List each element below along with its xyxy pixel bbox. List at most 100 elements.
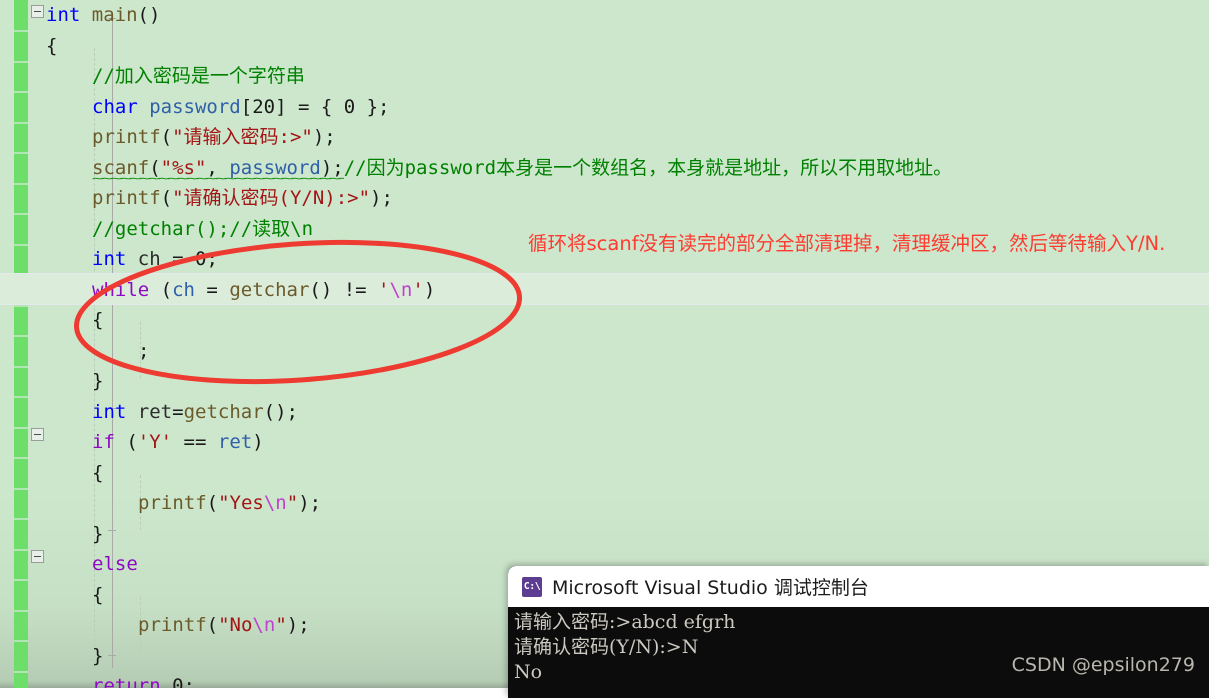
code-line[interactable]: } <box>92 641 103 671</box>
code-line[interactable]: { <box>92 580 103 610</box>
code-token: 'Y' <box>137 431 173 453</box>
changebar-divider <box>14 579 28 581</box>
code-token: int <box>92 400 127 423</box>
code-token: ); <box>298 492 322 514</box>
code-line[interactable]: char password[20] = { 0 }; <box>92 92 390 122</box>
code-token: password <box>149 95 241 118</box>
code-token: 0 <box>172 675 184 688</box>
changebar-divider <box>14 30 28 32</box>
code-line[interactable]: scanf("%s", password);//因为password本身是一个数… <box>92 153 952 183</box>
code-token: ] = { <box>275 95 344 118</box>
annotation-note: 循环将scanf没有读完的部分全部清理掉，清理缓冲区，然后等待输入Y/N. <box>528 232 1166 255</box>
changebar-divider <box>14 61 28 63</box>
code-token: ( <box>206 492 219 514</box>
code-token: ); <box>286 614 310 636</box>
code-token: else <box>92 553 138 575</box>
code-token: (); <box>263 400 298 423</box>
code-token: () <box>137 4 161 26</box>
code-line[interactable]: printf("No\n"); <box>138 610 310 640</box>
code-token: { <box>92 583 104 606</box>
code-token: ch <box>137 248 161 270</box>
changebar-divider <box>14 213 28 215</box>
code-line[interactable]: //加入密码是一个字符串 <box>92 61 305 91</box>
changebar-divider <box>14 122 28 124</box>
code-token: "No <box>218 614 253 636</box>
code-token: == <box>172 431 218 453</box>
code-line[interactable]: } <box>92 519 103 549</box>
code-token: } <box>92 644 104 667</box>
code-line[interactable]: int ch = 0; <box>92 244 218 274</box>
code-token: ( <box>160 126 173 148</box>
code-line[interactable]: //getchar();//读取\n <box>92 214 313 244</box>
changebar-divider <box>14 366 28 368</box>
code-token: 0 <box>195 248 207 270</box>
code-token: ( <box>114 431 138 453</box>
code-line[interactable]: ; <box>138 336 149 366</box>
code-line[interactable]: int ret=getchar(); <box>92 397 298 427</box>
code-token: } <box>92 370 104 392</box>
code-line[interactable]: return 0; <box>92 671 195 688</box>
code-line[interactable]: { <box>92 458 103 488</box>
fold-toggle-else[interactable] <box>31 550 44 563</box>
changebar-divider <box>14 457 28 459</box>
code-token: "Yes <box>218 492 264 514</box>
changebar-divider <box>14 91 28 93</box>
console-title-bar[interactable]: C:\ Microsoft Visual Studio 调试控制台 <box>508 566 1209 607</box>
code-token: //因为password本身是一个数组名，本身就是地址，所以不用取地址。 <box>343 156 953 179</box>
code-token: 0 <box>343 95 356 118</box>
code-token: ( <box>149 278 173 301</box>
code-token: //getchar();//读取\n <box>92 217 314 240</box>
code-token: { <box>92 461 104 484</box>
outlining-tick <box>108 655 116 656</box>
code-line[interactable]: printf("Yes\n"); <box>138 488 321 518</box>
code-line[interactable]: } <box>92 366 103 396</box>
code-line[interactable]: if ('Y' == ret) <box>92 427 264 457</box>
fold-toggle-if[interactable] <box>31 428 44 441</box>
changebar-divider <box>14 640 28 642</box>
code-line[interactable]: int main() <box>46 0 160 30</box>
code-token: = <box>160 248 195 270</box>
changebar-divider <box>14 488 28 490</box>
code-token: //加入密码是一个字符串 <box>92 65 305 87</box>
code-token: printf <box>92 126 161 148</box>
code-token: [ <box>240 95 253 118</box>
code-line[interactable]: printf("请输入密码:>"); <box>92 122 336 152</box>
code-token: "请确认密码(Y/N):>" <box>172 187 371 209</box>
code-line[interactable]: { <box>46 31 57 61</box>
code-token: " <box>275 614 287 636</box>
code-line[interactable]: printf("请确认密码(Y/N):>"); <box>92 183 393 213</box>
code-token: \n <box>252 614 276 636</box>
code-token: \n <box>389 278 413 301</box>
changebar-divider <box>14 396 28 398</box>
code-token: ret <box>217 431 253 453</box>
code-token: ; <box>138 339 150 362</box>
code-token: ); <box>370 187 393 209</box>
changebar-divider <box>14 427 28 429</box>
console-window-title: Microsoft Visual Studio 调试控制台 <box>552 577 869 599</box>
code-token: ; <box>206 248 218 270</box>
changebar-divider <box>14 518 28 520</box>
code-token: main <box>91 4 138 26</box>
fold-toggle-main[interactable] <box>31 5 44 18</box>
code-token: ( <box>160 187 173 209</box>
code-token: () != <box>309 278 379 301</box>
code-line[interactable]: while (ch = getchar() != '\n') <box>92 275 435 305</box>
console-output-area[interactable]: 请输入密码:>abcd efgrh 请确认密码(Y/N):>N No <box>508 607 1209 698</box>
code-token: int <box>46 4 81 26</box>
code-token: ( <box>206 614 219 636</box>
changebar-divider <box>14 671 28 673</box>
code-token: ret <box>137 400 173 423</box>
code-token: ; <box>183 675 195 688</box>
code-token: "请输入密码:>" <box>172 126 313 148</box>
debug-console-window[interactable]: C:\ Microsoft Visual Studio 调试控制台 请输入密码:… <box>508 566 1209 698</box>
code-token: { <box>46 34 58 57</box>
code-token: }; <box>355 95 390 118</box>
code-line[interactable]: else <box>92 549 138 579</box>
code-line[interactable]: { <box>92 305 103 335</box>
changebar-divider <box>14 152 28 154</box>
console-app-icon: C:\ <box>522 576 542 597</box>
code-token: { <box>92 309 104 331</box>
